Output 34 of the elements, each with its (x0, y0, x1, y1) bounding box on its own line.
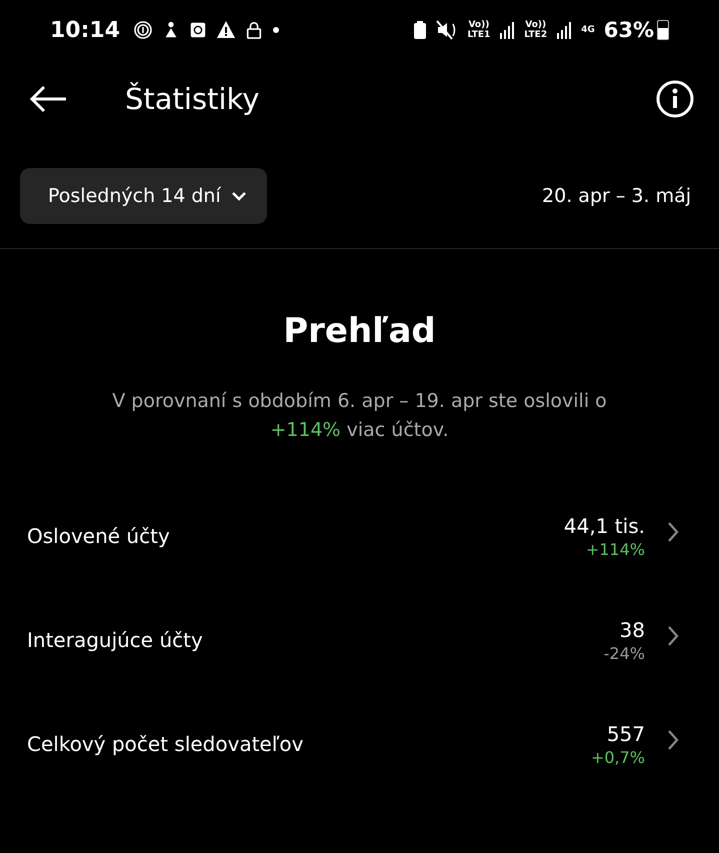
metric-row[interactable]: Interagujúce účty 38 -24% (27, 609, 679, 671)
metric-label: Interagujúce účty (27, 628, 203, 652)
status-time: 10:14 (50, 18, 120, 42)
metric-row[interactable]: Oslovené účty 44,1 tis. +114% (27, 505, 679, 567)
battery-percent: 63% (604, 18, 654, 42)
metric-row[interactable]: Celkový počet sledovateľov 557 +0,7% (27, 713, 679, 775)
dot-icon (272, 26, 280, 34)
lock-icon (245, 20, 264, 40)
back-icon[interactable] (28, 84, 68, 114)
metric-change: +114% (586, 540, 645, 558)
metric-label: Oslovené účty (27, 524, 170, 548)
metric-change: +0,7% (590, 748, 645, 766)
chevron-right-icon (667, 521, 679, 543)
metric-change: -24% (604, 644, 645, 662)
battery-icon (657, 20, 669, 40)
signal-icon (556, 21, 572, 39)
overview-summary: V porovnaní s obdobím 6. apr – 19. apr ste oslovili o +114% viac účtov. (111, 389, 608, 443)
network-label: Vo)) LTE1 (467, 20, 490, 40)
warning-icon (216, 20, 236, 40)
network-label: Vo)) LTE2 (524, 20, 548, 40)
overview-title: Prehľad (282, 311, 437, 351)
period-dropdown[interactable]: Posledných 14 dní (20, 168, 267, 224)
data-type-label: 4G (581, 25, 595, 35)
chevron-right-icon (667, 729, 679, 751)
metric-value: 44,1 tis. (564, 514, 645, 538)
metric-label: Celkový počet sledovateľov (27, 732, 304, 756)
metric-value: 38 (620, 618, 645, 642)
info-icon[interactable] (655, 79, 695, 119)
page-title: Štatistiky (125, 82, 260, 116)
chevron-down-icon (230, 191, 247, 201)
metric-value: 557 (606, 722, 645, 746)
signal-icon (499, 21, 516, 39)
chevron-right-icon (667, 625, 679, 647)
date-range: 20. apr – 3. máj (542, 185, 691, 207)
